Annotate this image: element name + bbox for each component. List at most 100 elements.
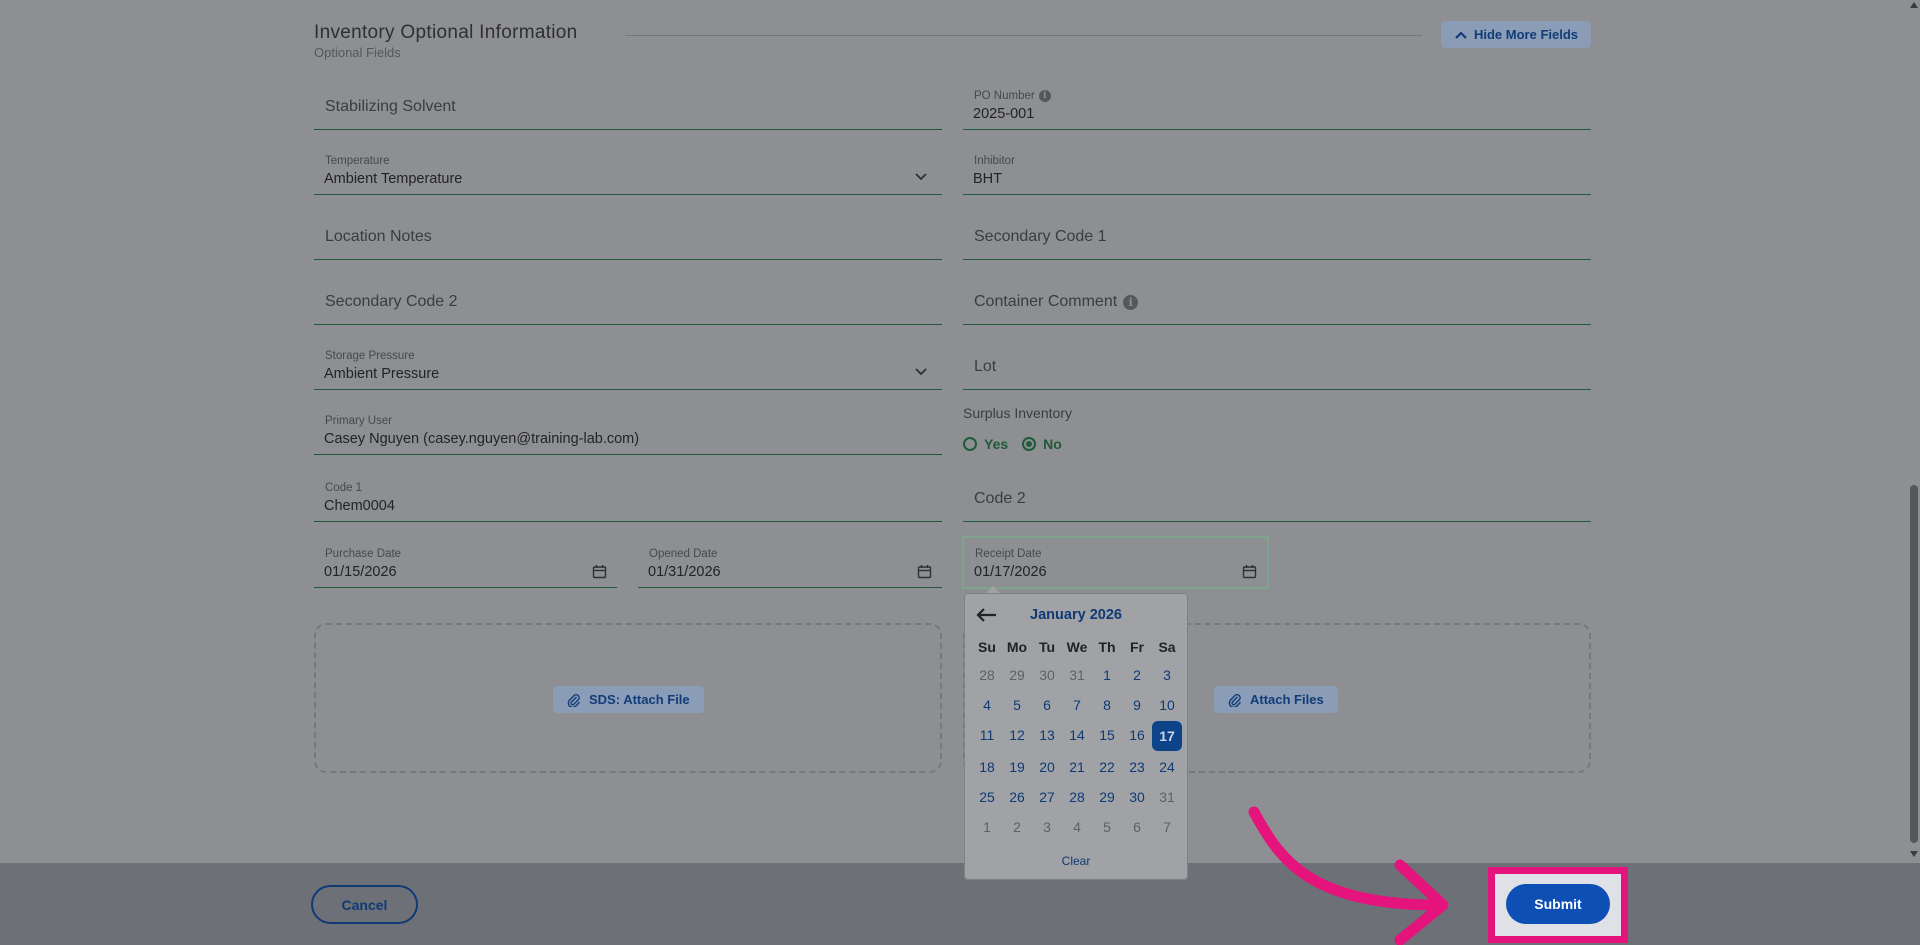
calendar-day[interactable]: 20 (1032, 752, 1062, 782)
section-divider (625, 35, 1422, 36)
calendar-day-selected[interactable]: 17 (1152, 721, 1182, 751)
calendar-day[interactable]: 16 (1122, 720, 1152, 750)
calendar-day[interactable]: 13 (1032, 720, 1062, 750)
calendar-day[interactable]: 3 (1152, 660, 1182, 690)
calendar-day[interactable]: 6 (1122, 812, 1152, 842)
secondary-code-1-label: Secondary Code 1 (974, 228, 1107, 245)
location-notes-field[interactable]: Location Notes (314, 210, 942, 260)
calendar-day[interactable]: 11 (972, 720, 1002, 750)
calendar-day[interactable]: 15 (1092, 720, 1122, 750)
primary-user-value: Casey Nguyen (casey.nguyen@training-lab.… (324, 431, 640, 447)
attach-files-label: Attach Files (1250, 692, 1324, 707)
stabilizing-solvent-label: Stabilizing Solvent (325, 98, 456, 115)
datepicker-month-title: January 2026 (1030, 607, 1122, 623)
calendar-day[interactable]: 3 (1032, 812, 1062, 842)
inhibitor-field[interactable]: Inhibitor BHT (963, 145, 1591, 195)
info-icon[interactable]: i (1038, 90, 1051, 102)
hide-more-fields-button[interactable]: Hide More Fields (1441, 21, 1591, 48)
calendar-day[interactable]: 8 (1092, 690, 1122, 720)
container-comment-label: Container Comment (974, 293, 1118, 310)
chevron-down-icon (915, 368, 927, 376)
chevron-up-icon (1455, 30, 1467, 39)
cancel-button[interactable]: Cancel (311, 885, 418, 924)
temperature-label: Temperature (325, 155, 390, 167)
calendar-day[interactable]: 2 (1122, 660, 1152, 690)
scrollbar[interactable] (1908, 0, 1920, 863)
container-comment-label-wrap: Container Comment i (974, 293, 1139, 311)
secondary-code-2-label: Secondary Code 2 (325, 293, 458, 310)
info-icon[interactable]: i (1123, 294, 1139, 310)
scrollbar-thumb[interactable] (1910, 485, 1918, 843)
calendar-day[interactable]: 5 (1002, 690, 1032, 720)
calendar-day[interactable]: 6 (1032, 690, 1062, 720)
calendar-day[interactable]: 24 (1152, 752, 1182, 782)
calendar-day[interactable]: 30 (1122, 782, 1152, 812)
calendar-day[interactable]: 30 (1032, 660, 1062, 690)
inhibitor-value: BHT (973, 171, 1002, 187)
calendar-day[interactable]: 26 (1002, 782, 1032, 812)
calendar-day[interactable]: 1 (972, 812, 1002, 842)
calendar-day[interactable]: 28 (1062, 782, 1092, 812)
attach-files-button[interactable]: Attach Files (1214, 686, 1338, 713)
sds-attach-file-button[interactable]: SDS: Attach File (553, 686, 704, 713)
calendar-icon[interactable] (592, 564, 607, 579)
calendar-day[interactable]: 31 (1152, 782, 1182, 812)
scroll-up-arrow-icon[interactable] (1910, 2, 1918, 8)
calendar-day[interactable]: 7 (1152, 812, 1182, 842)
calendar-icon[interactable] (917, 564, 932, 579)
storage-pressure-select[interactable]: Storage Pressure Ambient Pressure (314, 340, 942, 390)
form-footer (0, 863, 1920, 945)
calendar-day[interactable]: 7 (1062, 690, 1092, 720)
temperature-select[interactable]: Temperature Ambient Temperature (314, 145, 942, 195)
calendar-day[interactable]: 5 (1092, 812, 1122, 842)
primary-user-label: Primary User (325, 415, 393, 427)
weekday-header: Sa (1158, 639, 1176, 655)
primary-user-field[interactable]: Primary User Casey Nguyen (casey.nguyen@… (314, 405, 942, 455)
secondary-code-2-field[interactable]: Secondary Code 2 (314, 275, 942, 325)
calendar-day[interactable]: 28 (972, 660, 1002, 690)
calendar-day[interactable]: 27 (1032, 782, 1062, 812)
surplus-yes-label: Yes (984, 436, 1009, 452)
calendar-day[interactable]: 4 (972, 690, 1002, 720)
code-2-label: Code 2 (974, 490, 1026, 507)
paperclip-icon (1228, 693, 1241, 707)
calendar-icon[interactable] (1242, 564, 1257, 579)
section-title: Inventory Optional Information (314, 22, 578, 43)
surplus-inventory-radio-group: Yes No (963, 436, 1062, 452)
calendar-day[interactable]: 22 (1092, 752, 1122, 782)
calendar-day[interactable]: 14 (1062, 720, 1092, 750)
purchase-date-field[interactable]: Purchase Date 01/15/2026 (314, 538, 617, 588)
opened-date-field[interactable]: Opened Date 01/31/2026 (638, 538, 942, 588)
scroll-down-arrow-icon[interactable] (1910, 851, 1918, 857)
secondary-code-1-field[interactable]: Secondary Code 1 (963, 210, 1591, 260)
surplus-no-radio[interactable]: No (1022, 436, 1062, 452)
temperature-value: Ambient Temperature (324, 171, 463, 187)
container-comment-field[interactable]: Container Comment i (963, 275, 1591, 325)
po-number-field[interactable]: PO Number i 2025-001 (963, 80, 1591, 130)
calendar-day[interactable]: 19 (1002, 752, 1032, 782)
code-2-field[interactable]: Code 2 (963, 472, 1591, 522)
calendar-day[interactable]: 2 (1002, 812, 1032, 842)
calendar-day[interactable]: 10 (1152, 690, 1182, 720)
calendar-day[interactable]: 1 (1092, 660, 1122, 690)
location-notes-label: Location Notes (325, 228, 432, 245)
calendar-day[interactable]: 31 (1062, 660, 1092, 690)
calendar-day[interactable]: 21 (1062, 752, 1092, 782)
datepicker-clear-button[interactable]: Clear (965, 854, 1187, 868)
calendar-day[interactable]: 29 (1002, 660, 1032, 690)
surplus-yes-radio[interactable]: Yes (963, 436, 1008, 452)
calendar-day[interactable]: 18 (972, 752, 1002, 782)
lot-field[interactable]: Lot (963, 340, 1591, 390)
calendar-day[interactable]: 4 (1062, 812, 1092, 842)
hide-more-fields-label: Hide More Fields (1473, 27, 1579, 42)
calendar-day[interactable]: 25 (972, 782, 1002, 812)
calendar-day[interactable]: 23 (1122, 752, 1152, 782)
calendar-day[interactable]: 12 (1002, 720, 1032, 750)
receipt-date-field[interactable]: Receipt Date 01/17/2026 (964, 538, 1267, 588)
calendar-day[interactable]: 29 (1092, 782, 1122, 812)
calendar-day[interactable]: 9 (1122, 690, 1152, 720)
stabilizing-solvent-field[interactable]: Stabilizing Solvent (314, 80, 942, 130)
submit-button[interactable]: Submit (1506, 884, 1610, 924)
code-1-field[interactable]: Code 1 Chem0004 (314, 472, 942, 522)
sds-attach-file-label: SDS: Attach File (589, 692, 690, 707)
